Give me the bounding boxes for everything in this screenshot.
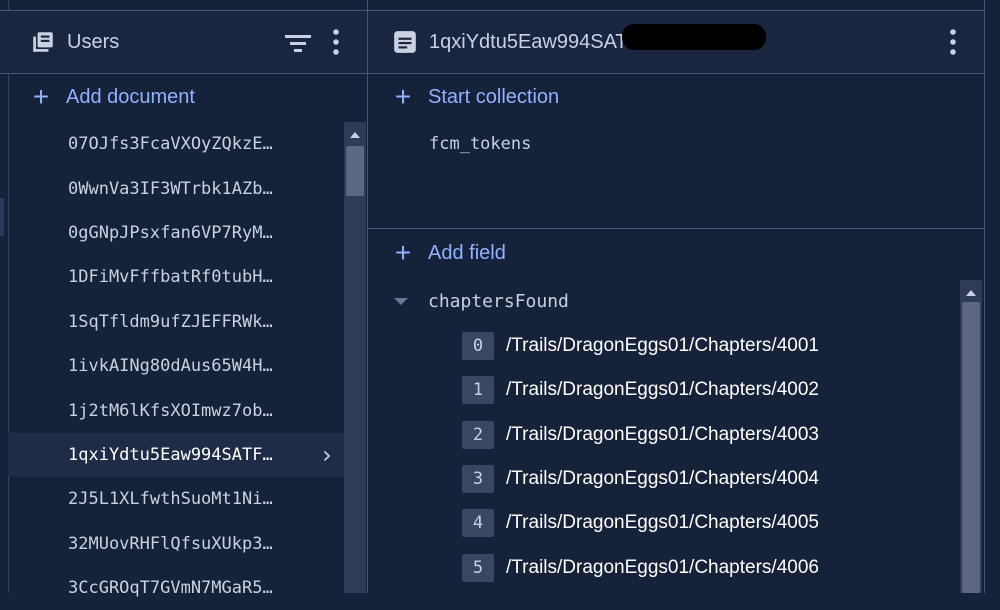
start-collection-label: Start collection xyxy=(428,85,560,108)
array-index-badge: 5 xyxy=(462,553,494,582)
collection-icon xyxy=(33,32,53,52)
document-panel: 1qxiYdtu5Eaw994SATF + Start collection f… xyxy=(368,0,985,593)
document-list-scrollbar[interactable] xyxy=(344,122,366,593)
document-list-item[interactable]: 1qxiYdtu5Eaw994SATF… › xyxy=(8,432,344,478)
more-vert-icon[interactable] xyxy=(330,27,342,57)
plus-icon: + xyxy=(394,81,412,112)
document-title: 1qxiYdtu5Eaw994SATF xyxy=(429,31,640,53)
document-list-item[interactable]: 0WwnVa3IF3WTrbk1AZb… xyxy=(8,166,344,210)
document-id-label: 1DFiMvFffbatRf0tubH… xyxy=(68,267,273,288)
document-list-item[interactable]: 07OJfs3FcaVXOyZQkzE… xyxy=(8,122,344,166)
array-item[interactable]: 1/Trails/DragonEggs01/Chapters/4002 xyxy=(462,374,819,406)
section-divider xyxy=(368,228,984,229)
document-list-item[interactable]: 2J5L1XLfwthSuoMt1Ni… xyxy=(8,477,344,521)
add-document-button[interactable]: + Add document xyxy=(28,74,195,120)
fields-scrollbar[interactable] xyxy=(960,280,982,593)
array-item-value: /Trails/DragonEggs01/Chapters/4001 xyxy=(506,335,819,356)
scroll-up-arrow[interactable] xyxy=(350,132,360,138)
document-id-label: 3CcGROqT7GVmN7MGaR5… xyxy=(68,578,273,599)
more-vert-icon[interactable] xyxy=(947,27,959,57)
array-item-value: /Trails/DragonEggs01/Chapters/4005 xyxy=(506,512,819,534)
array-item[interactable]: 2/Trails/DragonEggs01/Chapters/4003 xyxy=(462,419,819,451)
document-id-label: 07OJfs3FcaVXOyZQkzE… xyxy=(68,134,273,155)
document-list-item[interactable]: 0gGNpJPsxfan6VP7RyM… xyxy=(8,211,344,255)
document-list-item[interactable]: 1DFiMvFffbatRf0tubH… xyxy=(8,255,344,299)
array-index-badge: 1 xyxy=(462,376,494,405)
collection-header: Users xyxy=(0,10,367,74)
document-id-label: 2J5L1XLfwthSuoMt1Ni… xyxy=(68,489,273,510)
array-item-value: /Trails/DragonEggs01/Chapters/4004 xyxy=(506,467,819,489)
scroll-thumb[interactable] xyxy=(962,302,980,593)
document-list-item[interactable]: 1j2tM6lKfsXOImwz7ob… xyxy=(8,388,344,432)
window-edge xyxy=(985,0,1000,593)
document-list: 07OJfs3FcaVXOyZQkzE… 0WwnVa3IF3WTrbk1AZb…… xyxy=(8,122,344,610)
document-id-label: 1qxiYdtu5Eaw994SATF… xyxy=(68,444,273,465)
subcollection-item[interactable]: fcm_tokens xyxy=(429,134,531,154)
array-index-badge: 4 xyxy=(462,509,494,538)
field-chaptersFound[interactable]: chaptersFound xyxy=(394,286,569,316)
array-item[interactable]: 4/Trails/DragonEggs01/Chapters/4005 xyxy=(462,507,819,539)
array-item-value: /Trails/DragonEggs01/Chapters/4003 xyxy=(506,423,819,445)
document-id-label: 1ivkAINg80dAus65W4H… xyxy=(68,356,273,377)
array-item[interactable]: 0/Trails/DragonEggs01/Chapters/4001 xyxy=(462,330,819,362)
chevron-right-icon: › xyxy=(319,440,334,469)
filter-icon[interactable] xyxy=(284,31,312,55)
array-item[interactable]: 5/Trails/DragonEggs01/Chapters/4006 xyxy=(462,552,819,584)
document-id-label: 0WwnVa3IF3WTrbk1AZb… xyxy=(68,178,273,199)
field-name: chaptersFound xyxy=(428,290,569,312)
add-field-label: Add field xyxy=(428,241,506,264)
document-list-item[interactable]: 1ivkAINg80dAus65W4H… xyxy=(8,344,344,388)
triangle-down-icon[interactable] xyxy=(394,297,408,305)
plus-icon: + xyxy=(32,81,50,112)
array-index-badge: 3 xyxy=(462,464,494,493)
document-id-label: 1SqTfldm9ufZJEFFRWk… xyxy=(68,311,273,332)
document-list-item[interactable]: 1SqTfldm9ufZJEFFRWk… xyxy=(8,300,344,344)
add-document-label: Add document xyxy=(66,85,195,108)
start-collection-button[interactable]: + Start collection xyxy=(390,74,559,120)
scroll-up-arrow[interactable] xyxy=(966,290,976,296)
document-id-label: 1j2tM6lKfsXOImwz7ob… xyxy=(68,400,273,421)
array-item-value: /Trails/DragonEggs01/Chapters/4006 xyxy=(506,556,819,578)
document-list-item[interactable]: 32MUovRHFlQfsuXUkp3… xyxy=(8,522,344,566)
array-index-badge: 2 xyxy=(462,420,494,449)
array-index-badge: 0 xyxy=(462,332,494,360)
document-list-item[interactable]: 3CcGROqT7GVmN7MGaR5… xyxy=(8,566,344,610)
array-item-value: /Trails/DragonEggs01/Chapters/4002 xyxy=(506,379,819,401)
add-field-button[interactable]: + Add field xyxy=(390,230,506,276)
document-icon xyxy=(394,31,416,53)
scroll-thumb[interactable] xyxy=(346,146,364,196)
array-item[interactable]: 3/Trails/DragonEggs01/Chapters/4004 xyxy=(462,463,819,495)
plus-icon: + xyxy=(394,237,412,268)
document-id-label: 0gGNpJPsxfan6VP7RyM… xyxy=(68,222,273,243)
document-id-label: 32MUovRHFlQfsuXUkp3… xyxy=(68,533,273,554)
collection-panel: Users + Add document 07OJfs3FcaVXOyZQkzE… xyxy=(0,0,368,598)
collection-title: Users xyxy=(67,31,120,53)
redaction-bar xyxy=(622,24,766,50)
